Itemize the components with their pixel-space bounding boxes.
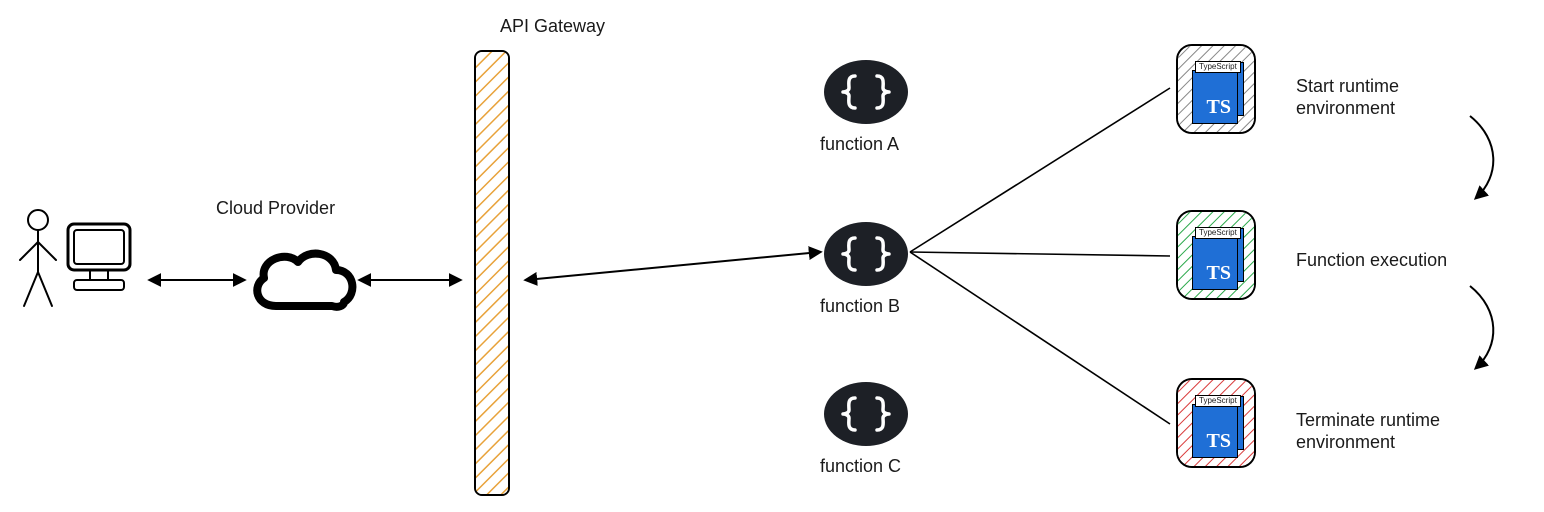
function-a-label: function A	[820, 134, 899, 156]
runtime-start-label: Start runtime environment	[1296, 76, 1399, 119]
function-c-label: function C	[820, 456, 901, 478]
runtime-exec-card: TS TypeScript	[1176, 210, 1256, 300]
runtime-exec-label: Function execution	[1296, 250, 1447, 272]
ts-chip: TypeScript	[1195, 61, 1241, 73]
runtime-start-card: TS TypeScript	[1176, 44, 1256, 134]
function-c-node	[824, 382, 908, 446]
ts-abbrev: TS	[1192, 70, 1238, 124]
function-b-label: function B	[820, 296, 900, 318]
runtime-terminate-card: TS TypeScript	[1176, 378, 1256, 468]
ts-chip: TypeScript	[1195, 227, 1241, 239]
function-a-node	[824, 60, 908, 124]
ts-abbrev: TS	[1192, 404, 1238, 458]
runtime-terminate-label: Terminate runtime environment	[1296, 410, 1440, 453]
function-b-node	[824, 222, 908, 286]
ts-abbrev: TS	[1192, 236, 1238, 290]
api-gateway-label: API Gateway	[500, 16, 605, 38]
api-gateway-bar	[474, 50, 510, 496]
ts-chip: TypeScript	[1195, 395, 1241, 407]
